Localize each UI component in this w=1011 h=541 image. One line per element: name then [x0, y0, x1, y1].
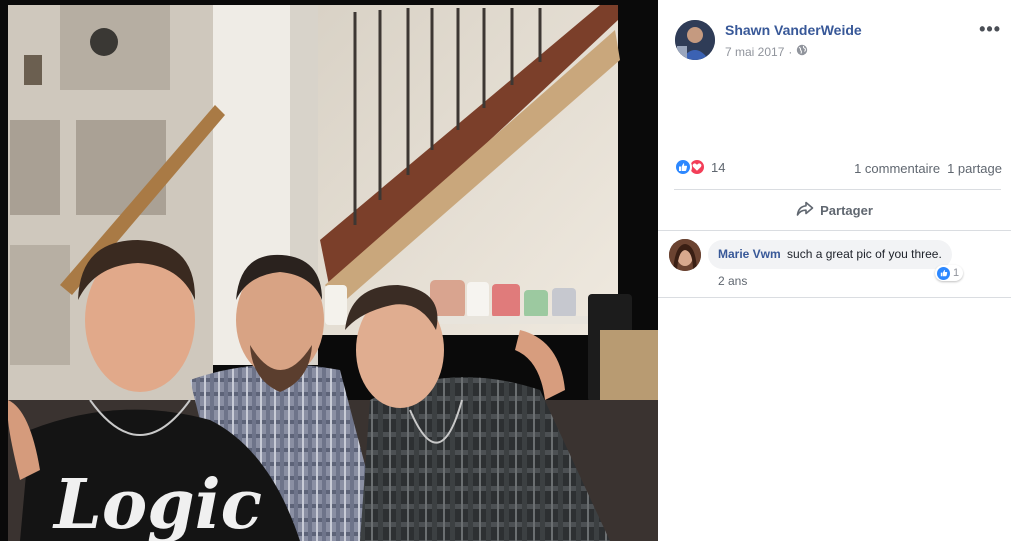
- comments-section: Marie Vwm such a great pic of you three.…: [658, 230, 1011, 298]
- commenter-avatar[interactable]: [669, 239, 701, 271]
- share-arrow-icon: [796, 201, 814, 220]
- shirt-logo-text: Logic: [52, 465, 262, 541]
- comment-timestamp-link[interactable]: 2 ans: [718, 274, 747, 288]
- shares-count-link[interactable]: 1 partage: [947, 161, 1002, 176]
- comment-bubble: Marie Vwm such a great pic of you three.: [708, 240, 952, 269]
- post-photo[interactable]: Logic: [0, 0, 658, 541]
- reactions-summary[interactable]: 14: [674, 158, 725, 176]
- author-name-link[interactable]: Shawn VanderWeide: [725, 22, 862, 38]
- photo-image: Logic: [0, 0, 658, 541]
- comment-reaction-count: 1: [953, 267, 960, 279]
- commenter-avatar-image: [669, 239, 701, 271]
- more-options-button[interactable]: •••: [979, 20, 1001, 38]
- author-avatar[interactable]: [675, 20, 715, 60]
- globe-icon[interactable]: [796, 44, 808, 59]
- avatar-image: [675, 20, 715, 60]
- post-detail-panel: Shawn VanderWeide 7 mai 2017 · ••• 14 1 …: [658, 0, 1011, 541]
- comments-count-link[interactable]: 1 commentaire: [854, 161, 940, 176]
- comment-text: such a great pic of you three.: [787, 247, 942, 261]
- reaction-count: 14: [711, 159, 726, 175]
- share-button[interactable]: Partager: [658, 196, 1011, 224]
- like-icon: [674, 158, 692, 176]
- meta-separator: ·: [788, 44, 793, 59]
- post-meta: 7 mai 2017 ·: [725, 44, 808, 59]
- commenter-name-link[interactable]: Marie Vwm: [718, 247, 781, 261]
- share-label: Partager: [820, 202, 873, 218]
- like-icon: [937, 266, 950, 280]
- actions-divider: [674, 189, 1001, 190]
- comment-reaction-badge[interactable]: 1: [935, 265, 964, 281]
- engagement-counts: 1 commentaire 1 partage: [854, 161, 1002, 176]
- post-date-link[interactable]: 7 mai 2017: [725, 45, 784, 59]
